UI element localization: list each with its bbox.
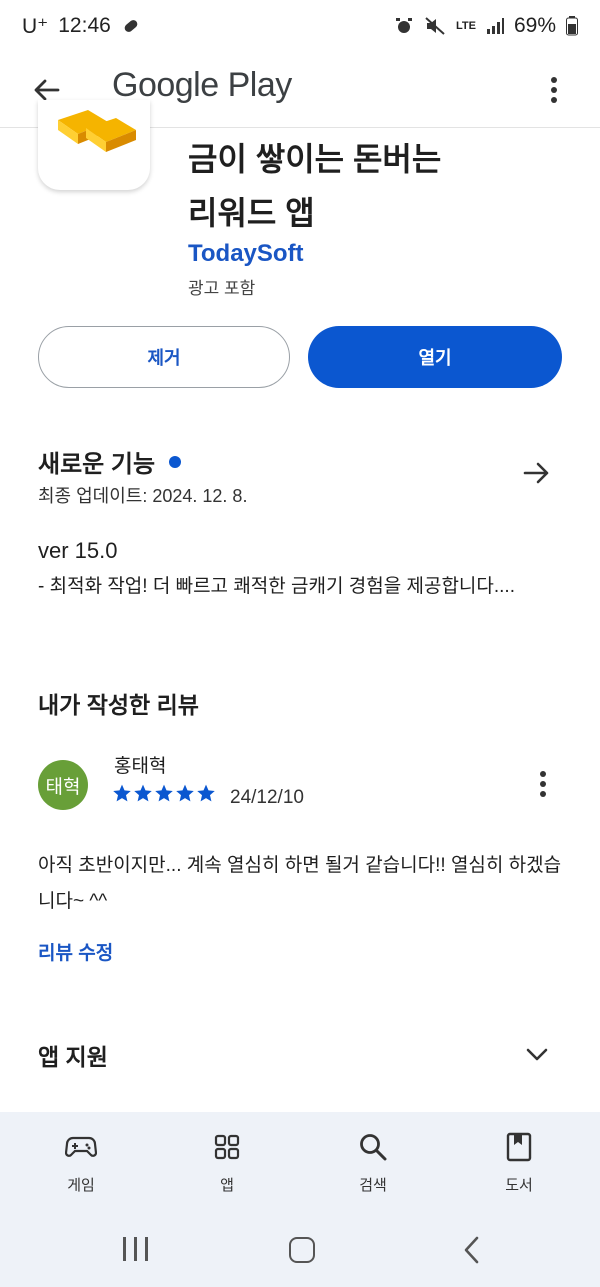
star-icon: [176, 784, 194, 802]
star-icon: [134, 784, 152, 802]
battery-percent: 69%: [513, 14, 556, 37]
status-bar: U⁺ 12:46 LTE 69%: [0, 0, 600, 52]
system-back-icon[interactable]: [458, 1234, 484, 1266]
recent-apps-icon[interactable]: [120, 1237, 150, 1263]
nav-games[interactable]: 게임: [26, 1112, 136, 1195]
reviewer-name: 홍태혁: [114, 756, 167, 777]
star-rating: [112, 783, 216, 803]
battery-icon: [566, 16, 578, 36]
signal-icon: [486, 17, 504, 35]
whats-new-title: 새로운 기능: [38, 451, 156, 478]
network-label: LTE: [456, 20, 476, 32]
app-support-heading[interactable]: 앱 지원: [38, 1038, 108, 1072]
developer-link[interactable]: TodaySoft: [188, 240, 304, 268]
review-date: 24/12/10: [230, 787, 304, 808]
whats-new-heading[interactable]: 새로운 기능: [38, 444, 182, 479]
star-icon: [197, 784, 215, 802]
search-icon: [356, 1130, 390, 1164]
app-title-line2: 리워드 앱: [188, 195, 315, 231]
arrow-forward-icon[interactable]: [520, 456, 554, 490]
avatar: 태혁: [38, 760, 88, 810]
apps-grid-icon: [210, 1130, 244, 1164]
nav-search-label: 검색: [359, 1177, 387, 1194]
release-notes: - 최적화 작업! 더 빠르고 쾌적한 금캐기 경험을 제공합니다....: [38, 576, 515, 597]
app-title-line1: 금이 쌓이는 돈버는: [188, 141, 442, 177]
star-icon: [155, 784, 173, 802]
new-indicator-dot: [169, 455, 182, 468]
gamepad-icon: [64, 1130, 98, 1164]
link-icon: [121, 16, 141, 36]
carrier-label: U⁺: [22, 14, 49, 38]
book-icon: [502, 1130, 536, 1164]
more-vert-icon[interactable]: [534, 70, 574, 110]
nav-apps-label: 앱: [220, 1177, 234, 1194]
mute-icon: [424, 16, 446, 36]
edit-review-link[interactable]: 리뷰 수정: [38, 938, 113, 965]
bottom-navigation: 게임 앱 검색 도서: [0, 1112, 600, 1212]
ads-label: 광고 포함: [188, 279, 256, 298]
version-label: ver 15.0: [38, 538, 118, 563]
review-more-vert-icon[interactable]: [526, 764, 560, 804]
nav-apps[interactable]: 앱: [172, 1112, 282, 1195]
home-icon[interactable]: [289, 1237, 315, 1263]
open-button[interactable]: 열기: [308, 326, 562, 388]
my-review-heading: 내가 작성한 리뷰: [38, 692, 199, 718]
chevron-down-icon[interactable]: [522, 1040, 552, 1070]
last-updated: 최종 업데이트: 2024. 12. 8.: [38, 486, 248, 506]
gold-bars-icon: [38, 100, 150, 190]
review-text: 아직 초반이지만... 계속 열심히 하면 될거 같습니다!! 열심히 하겠습니…: [38, 855, 562, 912]
nav-books[interactable]: 도서: [464, 1112, 574, 1195]
nav-books-label: 도서: [505, 1177, 533, 1194]
clock: 12:46: [58, 14, 111, 37]
alarm-icon: [394, 16, 414, 36]
star-icon: [113, 784, 131, 802]
uninstall-button[interactable]: 제거: [38, 326, 290, 388]
nav-games-label: 게임: [67, 1177, 95, 1194]
nav-search[interactable]: 검색: [318, 1112, 428, 1195]
